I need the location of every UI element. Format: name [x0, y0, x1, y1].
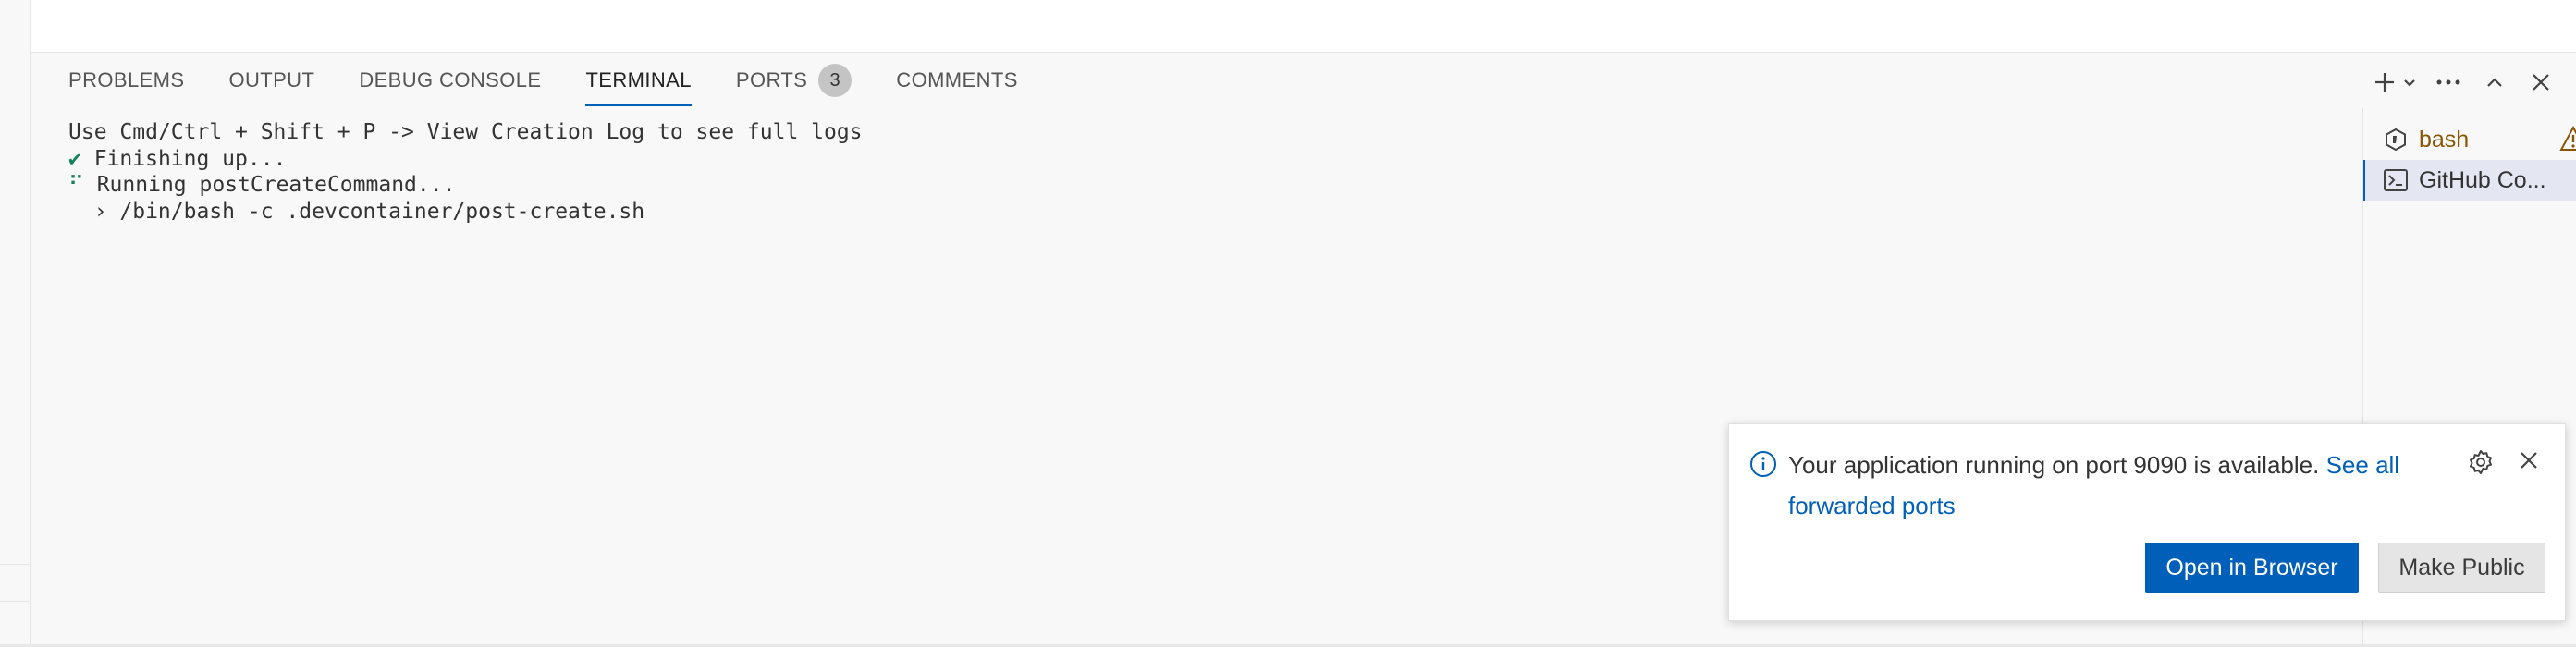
tab-terminal[interactable]: TERMINAL: [585, 53, 693, 108]
maximize-panel-button[interactable]: [2478, 66, 2511, 99]
chevron-up-icon: [2487, 78, 2502, 87]
tab-label: PORTS: [735, 68, 808, 92]
tab-ports[interactable]: PORTS 3: [735, 53, 853, 108]
panel-tabs: PROBLEMS OUTPUT DEBUG CONSOLE TERMINAL P…: [68, 53, 1062, 108]
close-panel-button[interactable]: [2524, 66, 2558, 99]
plus-icon: [2375, 73, 2394, 92]
tab-output[interactable]: OUTPUT: [228, 53, 314, 108]
check-icon: ✔: [68, 146, 81, 171]
tab-label: TERMINAL: [585, 68, 692, 92]
notification-close-button[interactable]: [2517, 448, 2541, 477]
divider: [0, 601, 31, 602]
tab-debug-console[interactable]: DEBUG CONSOLE: [359, 53, 541, 108]
warning-icon: [2559, 125, 2576, 158]
terminal-icon: [2382, 166, 2410, 194]
more-icon: [2436, 79, 2460, 85]
terminal-tab-github-copilot[interactable]: GitHub Co...: [2363, 160, 2576, 201]
tab-label: PROBLEMS: [68, 68, 185, 92]
port-forward-notification: Your application running on port 9090 is…: [1728, 423, 2566, 621]
line-text: Running postCreateCommand...: [83, 173, 456, 197]
close-icon: [2521, 452, 2537, 469]
tab-comments[interactable]: COMMENTS: [896, 53, 1018, 108]
terminal-tab-label: bash: [2419, 126, 2470, 153]
bash-icon: [2382, 126, 2410, 153]
chevron-down-icon: [2404, 79, 2415, 87]
spinner-icon: ⠋: [68, 173, 84, 197]
divider: [0, 564, 31, 565]
tab-problems[interactable]: PROBLEMS: [68, 53, 184, 108]
new-terminal-button[interactable]: [2371, 66, 2398, 99]
notification-message: Your application running on port 9090 is…: [1788, 445, 2454, 526]
more-actions-button[interactable]: [2432, 66, 2465, 99]
terminal-output[interactable]: Use Cmd/Ctrl + Shift + P -> View Creatio…: [68, 119, 863, 225]
line-text: Use Cmd/Ctrl + Shift + P -> View Creatio…: [68, 120, 863, 144]
info-icon: [1749, 450, 1777, 482]
terminal-line: Use Cmd/Ctrl + Shift + P -> View Creatio…: [68, 119, 863, 146]
terminal-line: › /bin/bash -c .devcontainer/post-create…: [68, 199, 863, 226]
activity-bar-edge: [0, 0, 31, 647]
line-text: Finishing up...: [80, 146, 287, 171]
open-in-browser-button[interactable]: Open in Browser: [2145, 543, 2359, 593]
tab-label: DEBUG CONSOLE: [359, 68, 542, 92]
editor-area: [31, 0, 2576, 53]
launch-profile-button[interactable]: [2400, 66, 2419, 99]
tab-label: OUTPUT: [228, 68, 315, 92]
panel-actions: [2371, 66, 2558, 99]
terminal-line: ✔ Finishing up...: [68, 146, 863, 173]
notification-settings-button[interactable]: [2467, 448, 2495, 481]
notification-text: Your application running on port 9090 is…: [1788, 451, 2320, 479]
ports-count-badge: 3: [818, 64, 853, 97]
close-icon: [2533, 74, 2549, 91]
terminal-line: ⠋ Running postCreateCommand...: [68, 172, 863, 199]
line-text: › /bin/bash -c .devcontainer/post-create…: [68, 199, 645, 224]
terminal-tab-bash[interactable]: bash: [2363, 119, 2576, 160]
gear-icon: [2470, 450, 2492, 474]
terminal-tab-label: GitHub Co...: [2419, 166, 2546, 193]
make-public-button[interactable]: Make Public: [2378, 543, 2545, 593]
tab-label: COMMENTS: [896, 68, 1018, 92]
